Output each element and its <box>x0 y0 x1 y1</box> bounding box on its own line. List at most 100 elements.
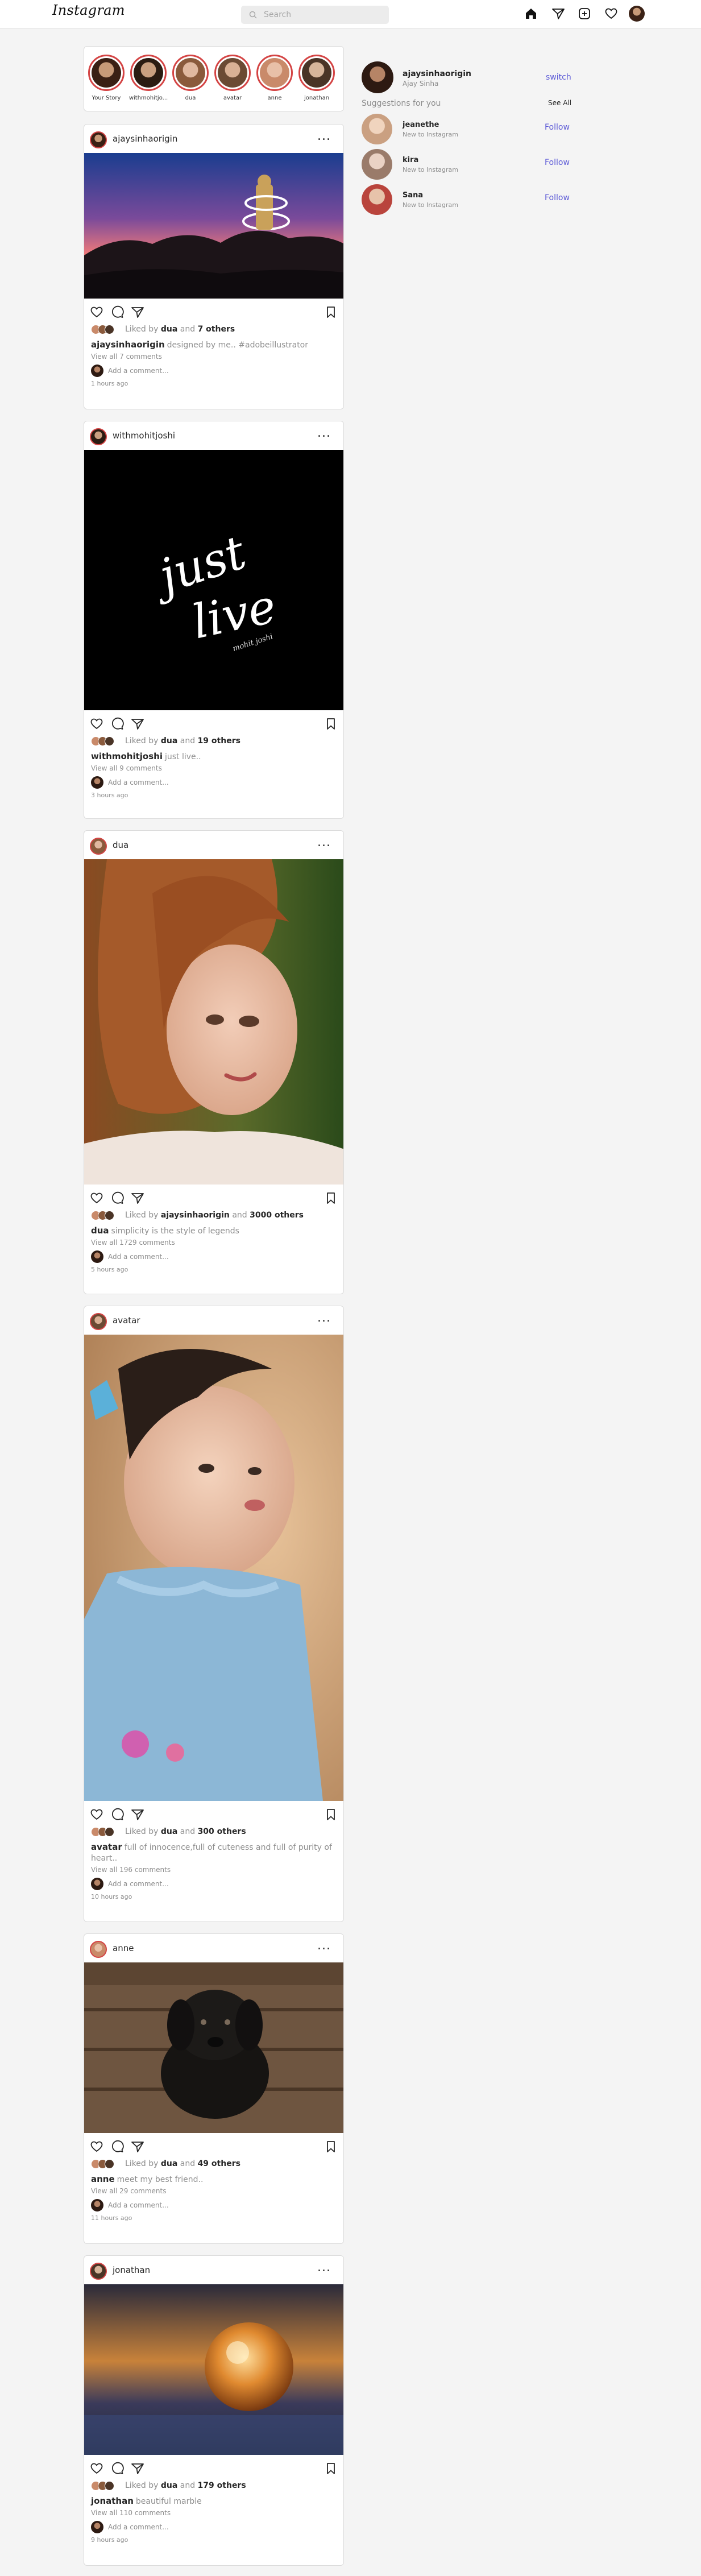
switch-account-link[interactable]: switch <box>546 73 571 82</box>
like-icon[interactable] <box>89 1807 105 1823</box>
post-author-avatar[interactable] <box>90 131 107 148</box>
comment-input[interactable] <box>108 776 330 789</box>
suggestion-avatar[interactable] <box>362 114 392 144</box>
liked-by-user[interactable]: dua <box>161 2481 177 2490</box>
share-icon[interactable] <box>130 1807 146 1823</box>
search-box[interactable] <box>241 6 389 24</box>
post-image[interactable] <box>84 153 343 299</box>
post-image[interactable] <box>84 1335 343 1801</box>
like-icon[interactable] <box>89 304 105 320</box>
caption-username[interactable]: ajaysinhaorigin <box>91 339 165 350</box>
post-image[interactable] <box>84 1962 343 2133</box>
share-icon[interactable] <box>130 1190 146 1206</box>
instagram-logo[interactable]: Instagram <box>52 2 125 18</box>
liked-by-user[interactable]: dua <box>161 325 177 334</box>
suggestion-avatar[interactable] <box>362 149 392 180</box>
post-username[interactable]: jonathan <box>113 2265 150 2275</box>
suggestion-avatar[interactable] <box>362 184 392 215</box>
search-input[interactable] <box>264 6 378 24</box>
caption-username[interactable]: anne <box>91 2174 115 2184</box>
home-icon[interactable] <box>524 6 538 21</box>
current-username[interactable]: ajaysinhaorigin <box>403 69 471 78</box>
post-username[interactable]: avatar <box>113 1315 140 1326</box>
caption-username[interactable]: jonathan <box>91 2496 134 2506</box>
post-author-avatar[interactable] <box>90 1941 107 1958</box>
liked-by-user[interactable]: dua <box>161 1827 177 1836</box>
suggestion-username[interactable]: Sana <box>403 191 423 200</box>
likes-count[interactable]: 300 others <box>198 1827 246 1836</box>
share-icon[interactable] <box>130 716 146 732</box>
likes-count[interactable]: 3000 others <box>250 1211 304 1220</box>
post-username[interactable]: dua <box>113 840 128 850</box>
post-author-avatar[interactable] <box>90 838 107 855</box>
profile-avatar[interactable] <box>629 6 645 22</box>
post-username[interactable]: ajaysinhaorigin <box>113 134 177 144</box>
add-post-icon[interactable] <box>577 6 592 21</box>
follow-button[interactable]: Follow <box>545 193 570 202</box>
share-icon[interactable] <box>130 304 146 320</box>
follow-button[interactable]: Follow <box>545 123 570 132</box>
comment-input[interactable] <box>108 2198 330 2212</box>
heart-icon[interactable] <box>604 6 619 21</box>
see-all-link[interactable]: See All <box>548 99 571 107</box>
share-icon[interactable] <box>130 2461 146 2476</box>
post-author-avatar[interactable] <box>90 428 107 445</box>
more-options-icon[interactable]: ... <box>317 426 331 440</box>
comment-icon[interactable] <box>109 2139 125 2155</box>
liked-by-user[interactable]: ajaysinhaorigin <box>161 1211 230 1220</box>
more-options-icon[interactable]: ... <box>317 2260 331 2275</box>
share-icon[interactable] <box>130 2139 146 2155</box>
suggestion-username[interactable]: kira <box>403 156 418 164</box>
more-options-icon[interactable]: ... <box>317 1939 331 1953</box>
more-options-icon[interactable]: ... <box>317 835 331 850</box>
story-item[interactable]: anne <box>255 55 294 101</box>
follow-button[interactable]: Follow <box>545 158 570 167</box>
comment-input[interactable] <box>108 1250 330 1264</box>
send-icon[interactable] <box>551 6 566 21</box>
likes-count[interactable]: 19 others <box>198 736 240 746</box>
comment-input[interactable] <box>108 364 330 378</box>
more-options-icon[interactable]: ... <box>317 129 331 143</box>
story-item[interactable]: avatar <box>213 55 252 101</box>
like-icon[interactable] <box>89 1190 105 1206</box>
story-item[interactable]: withmohitjo... <box>128 55 168 101</box>
likes-count[interactable]: 49 others <box>198 2159 240 2168</box>
caption-username[interactable]: dua <box>91 1225 109 1236</box>
bookmark-icon[interactable] <box>323 304 339 320</box>
likes-count[interactable]: 179 others <box>198 2481 246 2490</box>
likes-count[interactable]: 7 others <box>198 325 235 334</box>
comment-icon[interactable] <box>109 1190 125 1206</box>
story-item[interactable]: jonathan <box>297 55 337 101</box>
post-image[interactable] <box>84 2284 343 2455</box>
suggestion-username[interactable]: jeanethe <box>403 121 439 129</box>
comment-input[interactable] <box>108 1877 330 1891</box>
caption-username[interactable]: avatar <box>91 1842 122 1852</box>
post-image[interactable]: just live mohit joshi <box>84 450 343 710</box>
comment-icon[interactable] <box>109 1807 125 1823</box>
bookmark-icon[interactable] <box>323 1190 339 1206</box>
comment-icon[interactable] <box>109 2461 125 2476</box>
bookmark-icon[interactable] <box>323 1807 339 1823</box>
view-all-comments-link[interactable]: View all 29 comments <box>84 2185 343 2195</box>
comment-icon[interactable] <box>109 304 125 320</box>
bookmark-icon[interactable] <box>323 2461 339 2476</box>
liked-by-user[interactable]: dua <box>161 2159 177 2168</box>
more-options-icon[interactable]: ... <box>317 1311 331 1325</box>
liked-by-user[interactable]: dua <box>161 736 177 746</box>
view-all-comments-link[interactable]: View all 196 comments <box>84 1864 343 1874</box>
view-all-comments-link[interactable]: View all 7 comments <box>84 351 343 361</box>
post-username[interactable]: withmohitjoshi <box>113 430 175 441</box>
post-author-avatar[interactable] <box>90 1313 107 1330</box>
story-item[interactable]: dua <box>171 55 210 101</box>
like-icon[interactable] <box>89 2139 105 2155</box>
current-user-avatar[interactable] <box>362 61 393 93</box>
view-all-comments-link[interactable]: View all 110 comments <box>84 2507 343 2517</box>
view-all-comments-link[interactable]: View all 1729 comments <box>84 1237 343 1246</box>
post-image[interactable] <box>84 859 343 1185</box>
view-all-comments-link[interactable]: View all 9 comments <box>84 763 343 772</box>
comment-input[interactable] <box>108 2520 330 2534</box>
caption-username[interactable]: withmohitjoshi <box>91 751 163 761</box>
post-username[interactable]: anne <box>113 1943 134 1953</box>
story-item[interactable]: Your Story <box>86 55 126 101</box>
like-icon[interactable] <box>89 2461 105 2476</box>
